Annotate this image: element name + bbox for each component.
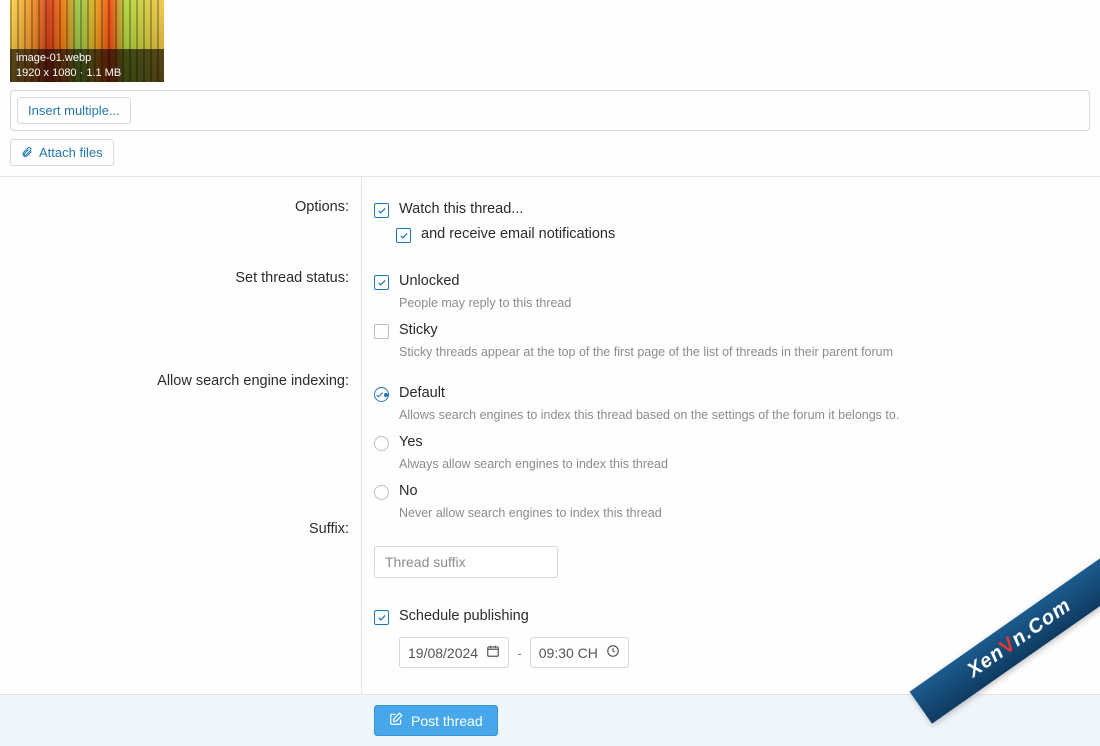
insert-multiple-label: Insert multiple... [28,103,120,118]
radio-indexing-no[interactable]: No [374,479,1090,504]
checkbox-watch-thread[interactable]: Watch this thread... [374,197,1090,222]
radio-icon [374,387,389,402]
schedule-time-input[interactable]: 09:30 CH [530,637,629,668]
schedule-fields: 19/08/2024 - 09:30 CH [399,637,1090,668]
checkbox-unlocked[interactable]: Unlocked [374,269,1090,294]
insert-panel: Insert multiple... [10,90,1090,131]
options-group: Watch this thread... and receive email n… [374,197,1090,247]
schedule-label: Schedule publishing [399,608,529,624]
indexing-group: Default Allows search engines to index t… [374,381,1090,520]
unlocked-hint: People may reply to this thread [399,296,1090,310]
attach-files-button[interactable]: Attach files [10,139,114,166]
clock-icon [606,644,620,661]
calendar-icon [486,644,500,661]
checkbox-watch-label: Watch this thread... [399,201,523,217]
checkbox-icon [396,228,411,243]
labels-column: Options: Set thread status: Allow search… [0,177,362,694]
attach-files-label: Attach files [39,145,103,160]
post-thread-button[interactable]: Post thread [374,705,498,736]
radio-icon [374,436,389,451]
sticky-title: Sticky [399,322,438,338]
insert-multiple-button[interactable]: Insert multiple... [17,97,131,124]
radio-icon [374,485,389,500]
indexing-yes-title: Yes [399,434,423,450]
checkbox-icon [374,324,389,339]
attachment-meta: image-01.webp 1920 x 1080 · 1.1 MB [10,49,164,82]
label-options: Options: [0,199,361,215]
indexing-default-title: Default [399,385,445,401]
form-area: Options: Set thread status: Allow search… [0,176,1100,694]
radio-indexing-default[interactable]: Default [374,381,1090,406]
label-suffix: Suffix: [0,521,361,537]
checkbox-sticky[interactable]: Sticky [374,318,1090,343]
schedule-date-input[interactable]: 19/08/2024 [399,637,509,668]
checkbox-email-label: and receive email notifications [421,226,615,242]
indexing-no-title: No [399,483,418,499]
label-thread-status: Set thread status: [0,270,361,286]
sticky-hint: Sticky threads appear at the top of the … [399,345,1090,359]
indexing-default-hint: Allows search engines to index this thre… [399,408,1090,422]
edit-icon [389,712,403,729]
paperclip-icon [21,146,33,160]
status-group: Unlocked People may reply to this thread… [374,269,1090,359]
indexing-yes-hint: Always allow search engines to index thi… [399,457,1090,471]
schedule-separator: - [517,645,522,661]
checkbox-icon [374,203,389,218]
suffix-group [374,546,1090,578]
checkbox-schedule[interactable]: Schedule publishing [374,604,1090,629]
fields-column: Watch this thread... and receive email n… [362,177,1100,694]
suffix-input[interactable] [374,546,558,578]
form-footer: Post thread [0,694,1100,746]
post-thread-label: Post thread [411,713,483,729]
attachment-filename: image-01.webp [16,51,158,65]
label-indexing: Allow search engine indexing: [0,373,361,389]
indexing-no-hint: Never allow search engines to index this… [399,506,1090,520]
unlocked-title: Unlocked [399,273,459,289]
checkbox-email-notifications[interactable]: and receive email notifications [396,222,1090,247]
checkbox-icon [374,275,389,290]
schedule-time-value: 09:30 CH [539,645,598,661]
attachment-thumbnail[interactable]: image-01.webp 1920 x 1080 · 1.1 MB [10,0,164,82]
radio-indexing-yes[interactable]: Yes [374,430,1090,455]
schedule-group: Schedule publishing 19/08/2024 - 09:30 C… [374,604,1090,668]
checkbox-icon [374,610,389,625]
schedule-date-value: 19/08/2024 [408,645,478,661]
attachment-size: 1920 x 1080 · 1.1 MB [16,66,158,80]
